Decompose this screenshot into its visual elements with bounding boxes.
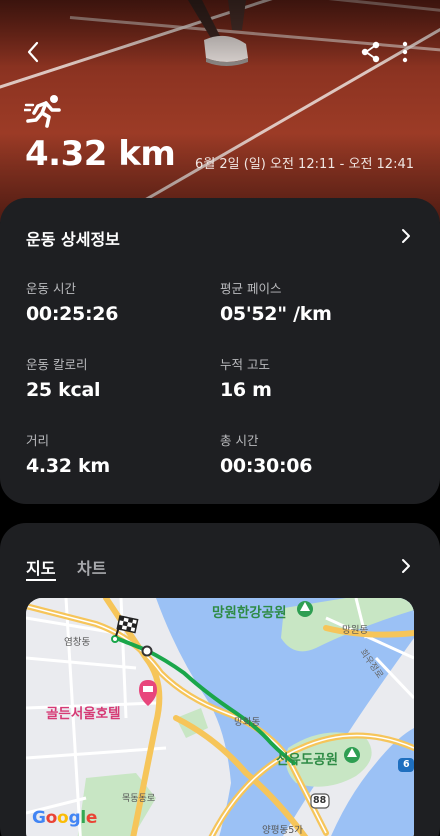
stat-total-time: 총 시간 00:30:06 (220, 430, 312, 477)
back-button[interactable] (20, 38, 48, 66)
chevron-left-icon (27, 41, 39, 63)
stat-value: 05'52" /km (220, 303, 332, 325)
top-bar (0, 30, 440, 74)
details-title: 운동 상세정보 (26, 230, 120, 249)
map-label-hotel: 골든서울호텔 (46, 706, 121, 722)
chevron-right-icon[interactable] (399, 557, 413, 575)
workout-date-range: 6월 2일 (일) 오전 12:11 - 오전 12:41 (195, 157, 414, 172)
stat-label: 거리 (26, 433, 50, 448)
route-badge-label: 88 (313, 795, 327, 806)
share-button[interactable] (358, 39, 384, 65)
running-icon (24, 95, 61, 128)
stat-label: 총 시간 (220, 433, 259, 448)
map-label-district: 망화동 (234, 717, 261, 728)
google-logo: Google (32, 808, 98, 828)
map-label-district: 목동동로 (122, 794, 156, 804)
stat-value: 25 kcal (26, 379, 101, 401)
total-distance: 4.32 km (25, 134, 176, 174)
tab-chart[interactable]: 차트 (77, 555, 106, 579)
route-map[interactable]: 망원한강공원 선유도공원 골든서울호텔 염창동 망원동 망화동 목동동로 양평동… (26, 598, 414, 836)
stat-label: 누적 고도 (220, 357, 270, 372)
more-vertical-icon (402, 41, 408, 63)
active-tab-indicator (26, 579, 56, 581)
stat-value: 00:30:06 (220, 455, 313, 477)
map-label-district: 망원동 (342, 625, 369, 636)
more-options-button[interactable] (394, 39, 416, 65)
stat-value: 16 m (220, 379, 272, 401)
stat-calories: 운동 칼로리 25 kcal (26, 354, 101, 401)
stat-workout-time: 운동 시간 00:25:26 (26, 278, 118, 325)
stat-distance: 거리 4.32 km (26, 430, 110, 477)
stat-value: 4.32 km (26, 455, 110, 477)
share-icon (361, 41, 380, 63)
stat-label: 운동 칼로리 (26, 357, 88, 372)
tab-map[interactable]: 지도 (26, 555, 55, 579)
map-card: 지도 차트 망원한강공원 선유도공원 골든서울호텔 염창동 망원동 망화동 목동… (0, 523, 440, 836)
stat-label: 평균 페이스 (220, 281, 282, 296)
workout-details-card: 운동 상세정보 운동 시간 00:25:26 평균 페이스 05'52" /km… (0, 198, 440, 504)
park-pin-icon (297, 601, 313, 617)
chevron-right-icon[interactable] (399, 227, 413, 245)
stat-average-pace: 평균 페이스 05'52" /km (220, 278, 332, 325)
route-badge-label: 6 (403, 759, 410, 770)
map-label-district: 양평동5가 (262, 825, 304, 836)
map-label-district: 염창동 (64, 637, 91, 648)
stat-value: 00:25:26 (26, 303, 119, 325)
route-start-point (141, 645, 153, 657)
map-label-seonyudo-park: 선유도공원 (276, 752, 339, 768)
map-label-mangwon-park: 망원한강공원 (212, 605, 287, 621)
park-pin-icon (344, 747, 360, 763)
stat-elevation-gain: 누적 고도 16 m (220, 354, 272, 401)
stat-label: 운동 시간 (26, 281, 76, 296)
